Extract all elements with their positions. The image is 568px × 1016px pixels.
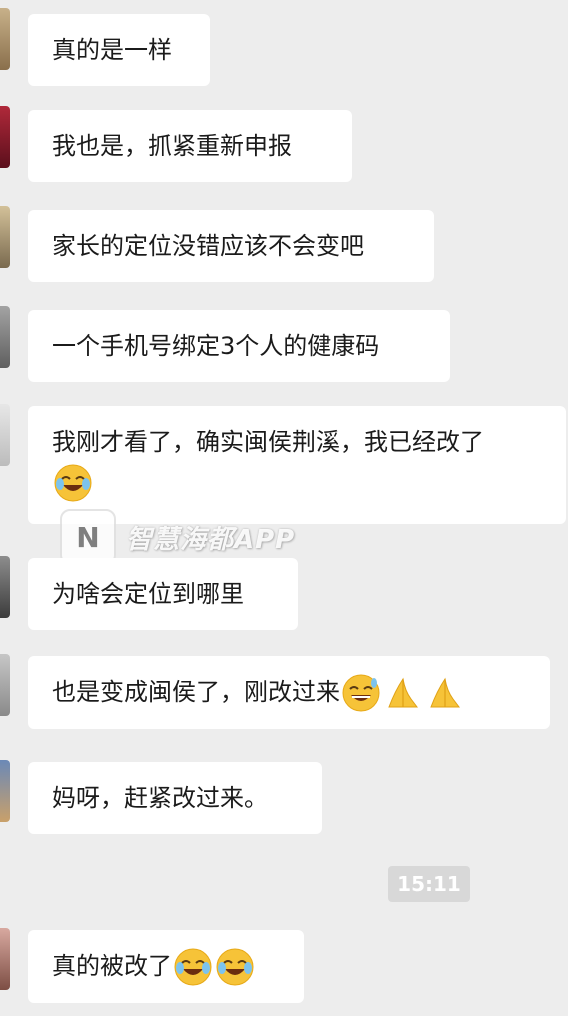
message-text: 也是变成闽侯了，刚改过来: [52, 678, 340, 706]
message-bubble[interactable]: 真的被改了: [28, 930, 304, 1003]
avatar[interactable]: [0, 556, 10, 618]
avatar[interactable]: [0, 306, 10, 368]
avatar[interactable]: [0, 654, 10, 716]
message-text: 家长的定位没错应该不会变吧: [52, 232, 364, 260]
crying-laughing-emoji: [54, 464, 92, 502]
message-bubble[interactable]: 为啥会定位到哪里: [28, 558, 298, 630]
message-bubble[interactable]: 妈呀，赶紧改过来。: [28, 762, 322, 834]
message-text: 真的是一样: [52, 36, 172, 64]
avatar[interactable]: [0, 106, 10, 168]
message-text: 妈呀，赶紧改过来。: [52, 784, 268, 812]
message-bubble[interactable]: 真的是一样: [28, 14, 210, 86]
folded-hands-emoji: [430, 677, 460, 708]
avatar[interactable]: [0, 8, 10, 70]
timestamp: 15:11: [388, 866, 470, 902]
watermark-text: 智慧海都APP: [126, 524, 296, 555]
message-text: 为啥会定位到哪里: [52, 580, 244, 608]
message-bubble[interactable]: 我也是，抓紧重新申报: [28, 110, 352, 182]
grinning-sweat-emoji: [342, 674, 380, 712]
message-text: 我刚才看了，确实闽侯荆溪，我已经改了: [52, 428, 484, 456]
crying-laughing-emoji: [174, 948, 212, 986]
message-bubble[interactable]: 家长的定位没错应该不会变吧: [28, 210, 434, 282]
folded-hands-emoji: [388, 677, 418, 708]
message-text: 一个手机号绑定3个人的健康码: [52, 332, 380, 360]
message-text: 真的被改了: [52, 952, 172, 980]
message-bubble[interactable]: 我刚才看了，确实闽侯荆溪，我已经改了: [28, 406, 566, 524]
avatar[interactable]: [0, 404, 10, 466]
avatar[interactable]: [0, 928, 10, 990]
crying-laughing-emoji: [216, 948, 254, 986]
watermark: N 智慧海都APP: [60, 509, 296, 565]
message-bubble[interactable]: 也是变成闽侯了，刚改过来: [28, 656, 550, 729]
message-bubble[interactable]: 一个手机号绑定3个人的健康码: [28, 310, 450, 382]
avatar[interactable]: [0, 760, 10, 822]
message-text: 我也是，抓紧重新申报: [52, 132, 292, 160]
watermark-logo: N: [60, 509, 116, 565]
avatar[interactable]: [0, 206, 10, 268]
